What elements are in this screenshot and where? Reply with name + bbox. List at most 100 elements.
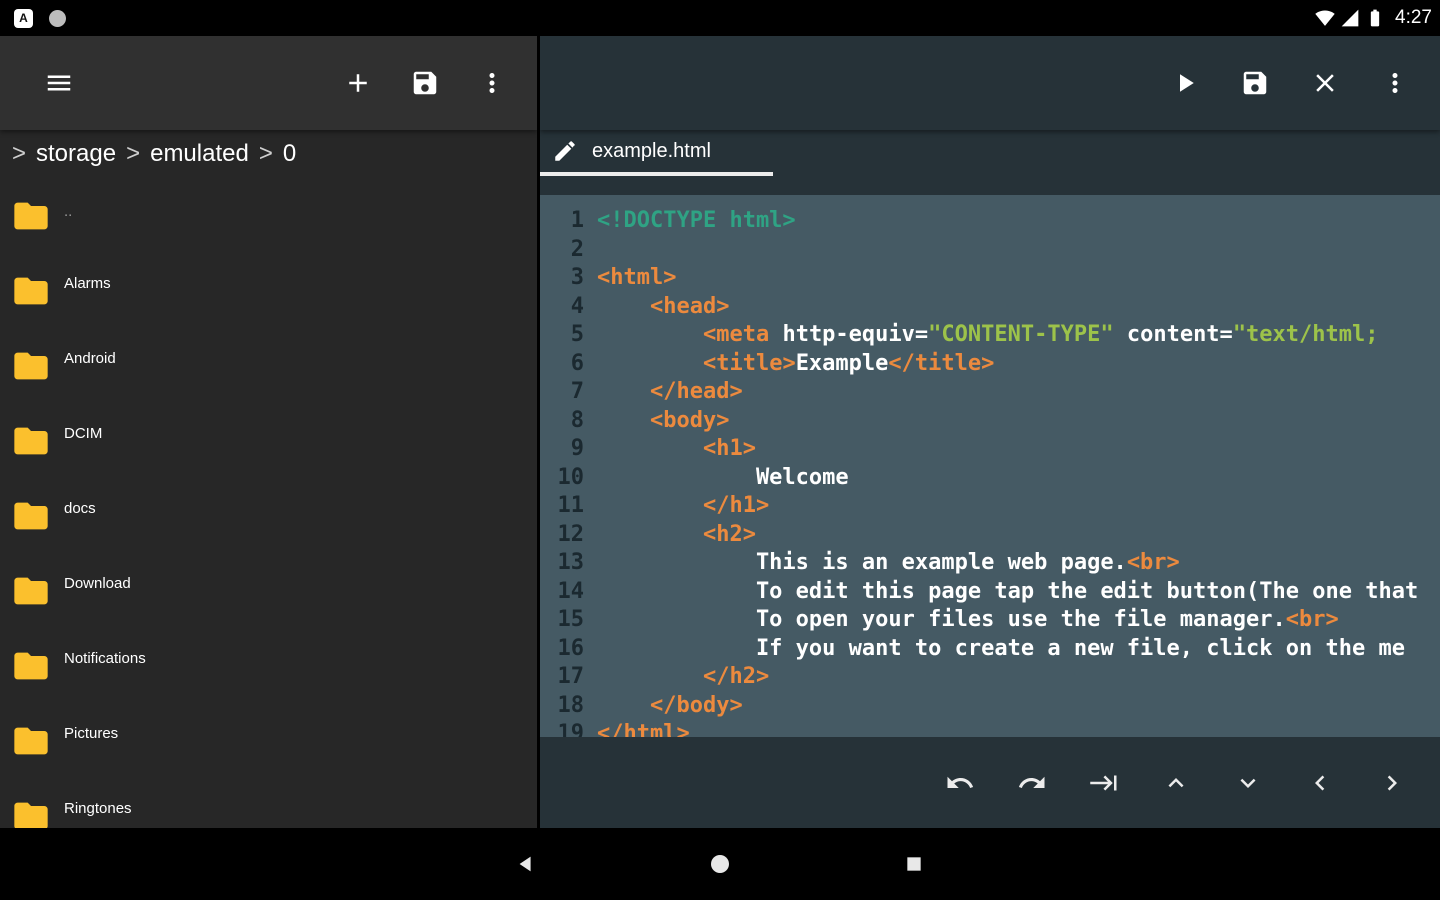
wifi-icon <box>1315 8 1335 28</box>
folder-item[interactable]: Download <box>0 553 537 628</box>
redo-button[interactable] <box>1017 768 1047 798</box>
code-token[interactable]: Example <box>796 351 889 376</box>
code-token[interactable]: "CONTENT-TYPE" <box>928 322 1113 347</box>
code-token[interactable]: <body> <box>650 408 729 433</box>
tab-example-html[interactable]: example.html <box>540 130 773 176</box>
code-token[interactable]: <meta <box>703 322 769 347</box>
code-line: 12 <h2> <box>540 521 1440 550</box>
code-token[interactable]: <head> <box>650 294 729 319</box>
editor-toolbar-bottom <box>540 737 1440 828</box>
code-token[interactable]: http-equiv= <box>769 322 928 347</box>
code-token[interactable]: "text/html; <box>1233 322 1379 347</box>
overflow-menu-button[interactable] <box>477 68 507 98</box>
folder-item[interactable]: .. <box>0 178 537 253</box>
code-token[interactable] <box>597 693 650 718</box>
code-token[interactable]: To open your files use the file manager. <box>597 607 1286 632</box>
code-token[interactable] <box>597 351 703 376</box>
folder-item[interactable]: Ringtones <box>0 778 537 828</box>
code-token[interactable] <box>597 379 650 404</box>
code-text[interactable]: <title>Example</title> <box>597 350 994 379</box>
code-token[interactable]: </title> <box>888 351 994 376</box>
folder-item[interactable]: Notifications <box>0 628 537 703</box>
code-text[interactable]: If you want to create a new file, click … <box>597 635 1405 664</box>
code-token[interactable]: </html> <box>597 721 690 737</box>
code-token[interactable] <box>597 294 650 319</box>
code-token[interactable] <box>597 322 703 347</box>
code-token[interactable]: <title> <box>703 351 796 376</box>
folder-item[interactable]: Alarms <box>0 253 537 328</box>
cursor-up-button[interactable] <box>1161 768 1191 798</box>
tab-strip: example.html <box>540 130 1440 195</box>
folder-item[interactable]: docs <box>0 478 537 553</box>
code-token[interactable]: <!DOCTYPE html> <box>597 208 796 233</box>
code-token[interactable]: content= <box>1114 322 1233 347</box>
code-text[interactable]: <h1> <box>597 435 756 464</box>
cursor-right-button[interactable] <box>1377 768 1407 798</box>
code-text[interactable]: <head> <box>597 293 729 322</box>
editor-overflow-menu-button[interactable] <box>1380 68 1410 98</box>
folder-item[interactable]: Pictures <box>0 703 537 778</box>
code-token[interactable]: This is an example web page. <box>597 550 1127 575</box>
code-token[interactable]: <h2> <box>703 522 756 547</box>
code-editor[interactable]: 1<!DOCTYPE html>23<html>4 <head>5 <meta … <box>540 195 1440 737</box>
code-text[interactable]: <html> <box>597 264 676 293</box>
new-file-button[interactable] <box>343 68 373 98</box>
code-line: 5 <meta http-equiv="CONTENT-TYPE" conten… <box>540 321 1440 350</box>
code-text[interactable]: </h2> <box>597 663 769 692</box>
code-text[interactable]: <!DOCTYPE html> <box>597 207 796 236</box>
code-token[interactable]: </body> <box>650 693 743 718</box>
folder-item[interactable]: DCIM <box>0 403 537 478</box>
code-token[interactable]: <html> <box>597 265 676 290</box>
undo-button[interactable] <box>945 768 975 798</box>
code-text[interactable]: </html> <box>597 720 690 737</box>
save-button[interactable] <box>410 68 440 98</box>
code-text[interactable]: </body> <box>597 692 743 721</box>
code-token[interactable]: <br> <box>1286 607 1339 632</box>
code-line: 1 <!DOCTYPE html> <box>540 207 1440 236</box>
code-text[interactable]: <body> <box>597 407 729 436</box>
code-token[interactable] <box>597 408 650 433</box>
code-text[interactable]: </head> <box>597 378 743 407</box>
code-text[interactable]: <meta http-equiv="CONTENT-TYPE" content=… <box>597 321 1379 350</box>
code-token[interactable]: To edit this page tap the edit button(Th… <box>597 579 1418 604</box>
code-token[interactable]: <br> <box>1127 550 1180 575</box>
play-icon <box>1170 68 1200 98</box>
line-number: 1 <box>540 207 584 236</box>
tab-key-button[interactable] <box>1089 768 1119 798</box>
code-text[interactable]: This is an example web page.<br> <box>597 549 1180 578</box>
code-token[interactable]: Welcome <box>597 465 849 490</box>
code-text[interactable]: <h2> <box>597 521 756 550</box>
folder-name: Notifications <box>64 650 146 667</box>
folder-item[interactable]: Android <box>0 328 537 403</box>
line-number: 2 <box>540 236 584 265</box>
home-button[interactable] <box>707 851 733 877</box>
code-token[interactable]: If you want to create a new file, click … <box>597 636 1405 661</box>
code-token[interactable] <box>597 436 703 461</box>
breadcrumb-segment[interactable]: storage <box>36 140 116 168</box>
recents-button[interactable] <box>901 851 927 877</box>
code-token[interactable]: </h2> <box>703 664 769 689</box>
line-number: 15 <box>540 606 584 635</box>
line-number: 12 <box>540 521 584 550</box>
cursor-down-button[interactable] <box>1233 768 1263 798</box>
code-token[interactable] <box>597 522 703 547</box>
code-token[interactable] <box>597 664 703 689</box>
back-button[interactable] <box>513 851 539 877</box>
edit-mode-button[interactable] <box>550 136 580 166</box>
cursor-left-button[interactable] <box>1305 768 1335 798</box>
code-text[interactable]: To edit this page tap the edit button(Th… <box>597 578 1418 607</box>
run-button[interactable] <box>1170 68 1200 98</box>
menu-button[interactable] <box>44 68 74 98</box>
code-token[interactable]: <h1> <box>703 436 756 461</box>
code-token[interactable]: </head> <box>650 379 743 404</box>
save-file-button[interactable] <box>1240 68 1270 98</box>
breadcrumb-segment[interactable]: 0 <box>283 140 296 168</box>
close-file-button[interactable] <box>1310 68 1340 98</box>
code-text[interactable]: Welcome <box>597 464 849 493</box>
code-text[interactable]: </h1> <box>597 492 769 521</box>
line-number: 17 <box>540 663 584 692</box>
code-token[interactable] <box>597 493 703 518</box>
code-token[interactable]: </h1> <box>703 493 769 518</box>
code-text[interactable]: To open your files use the file manager.… <box>597 606 1339 635</box>
breadcrumb-segment[interactable]: emulated <box>150 140 249 168</box>
